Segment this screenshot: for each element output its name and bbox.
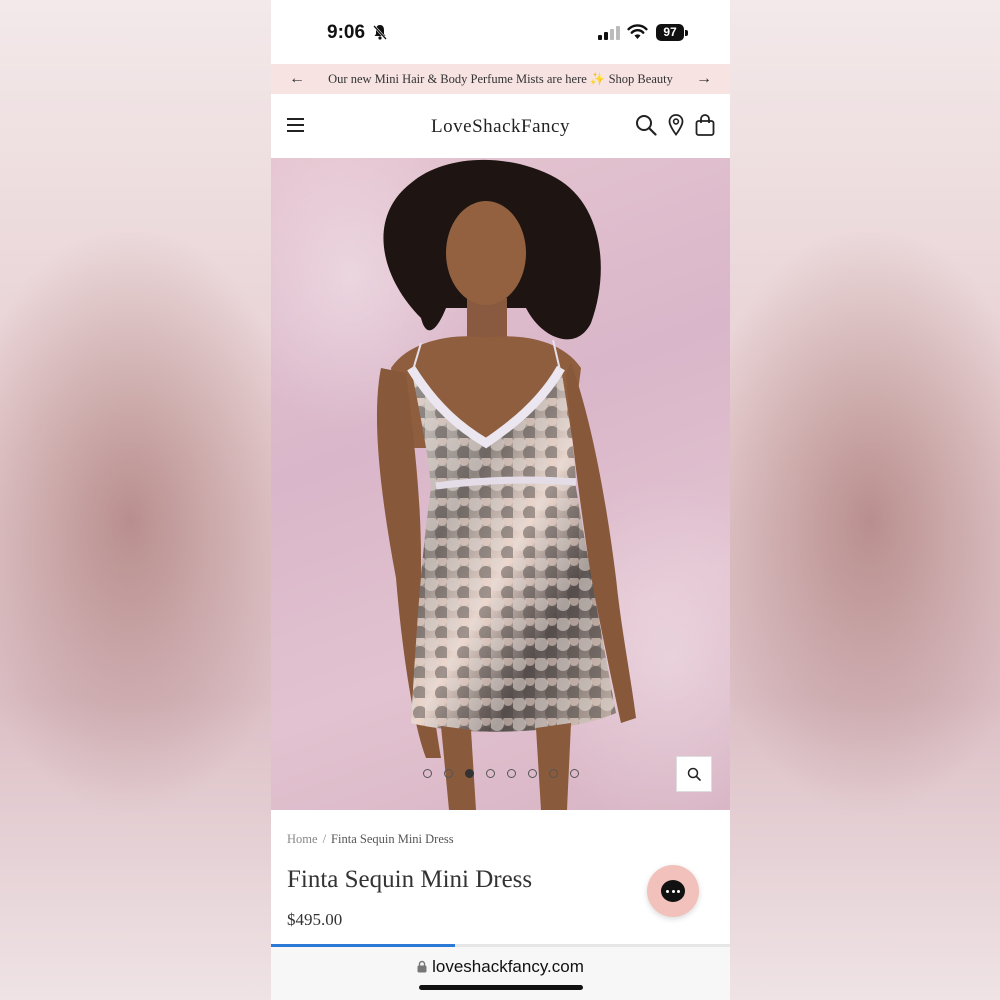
- product-image[interactable]: [271, 158, 730, 810]
- status-bar: 9:06 97: [271, 0, 730, 64]
- product-price: $495.00: [287, 910, 343, 929]
- product-title: Finta Sequin Mini Dress: [287, 866, 533, 893]
- shopping-bag-icon[interactable]: [695, 114, 715, 136]
- gallery-dot[interactable]: [507, 769, 516, 778]
- location-pin-icon[interactable]: [668, 114, 684, 136]
- announcement-message: Our new Mini Hair & Body Perfume Mists a…: [328, 71, 587, 86]
- gallery-pagination: [423, 769, 591, 778]
- announcement-bar: ← Our new Mini Hair & Body Perfume Mists…: [271, 64, 730, 94]
- battery-level: 97: [663, 25, 677, 39]
- shop-beauty-link[interactable]: Shop Beauty: [609, 72, 673, 86]
- status-time: 9:06: [327, 22, 366, 43]
- address-url[interactable]: loveshackfancy.com: [271, 957, 730, 977]
- gallery-dot[interactable]: [570, 769, 579, 778]
- announcement-text[interactable]: Our new Mini Hair & Body Perfume Mists a…: [328, 72, 673, 87]
- gallery-dot[interactable]: [528, 769, 537, 778]
- arrow-left-icon[interactable]: ←: [289, 70, 305, 88]
- phone-screen: 9:06 97 ← Our new Mini Hair & Body Perfu…: [271, 0, 730, 1000]
- gallery-dot[interactable]: [423, 769, 432, 778]
- browser-address-bar[interactable]: loveshackfancy.com: [271, 947, 730, 1000]
- bell-slash-icon: [373, 25, 387, 40]
- cellular-signal-icon: [598, 26, 620, 40]
- search-icon[interactable]: [635, 114, 657, 136]
- arrow-right-icon[interactable]: →: [696, 70, 712, 88]
- breadcrumb-current: Finta Sequin Mini Dress: [331, 832, 454, 846]
- gallery-dot[interactable]: [444, 769, 453, 778]
- url-text: loveshackfancy.com: [432, 957, 584, 976]
- chat-bubble-icon: [661, 880, 685, 902]
- chat-button[interactable]: [647, 865, 699, 917]
- zoom-button[interactable]: [676, 756, 712, 792]
- gallery-dot[interactable]: [486, 769, 495, 778]
- breadcrumb-separator: /: [322, 832, 327, 846]
- home-indicator[interactable]: [419, 985, 583, 990]
- battery-tip: [685, 30, 688, 36]
- gallery-dot[interactable]: [549, 769, 558, 778]
- battery-icon: 97: [656, 24, 684, 41]
- sparkle-icon: ✨: [589, 71, 606, 86]
- site-header: LoveShackFancy: [271, 94, 730, 158]
- gallery-dot[interactable]: [465, 769, 474, 778]
- breadcrumb-home[interactable]: Home: [287, 832, 318, 846]
- search-icon: [687, 767, 701, 781]
- breadcrumb: Home / Finta Sequin Mini Dress: [287, 832, 454, 847]
- model-illustration: [376, 159, 636, 810]
- brand-logo[interactable]: LoveShackFancy: [271, 116, 730, 138]
- lock-icon: [417, 960, 427, 973]
- wifi-icon: [627, 24, 648, 39]
